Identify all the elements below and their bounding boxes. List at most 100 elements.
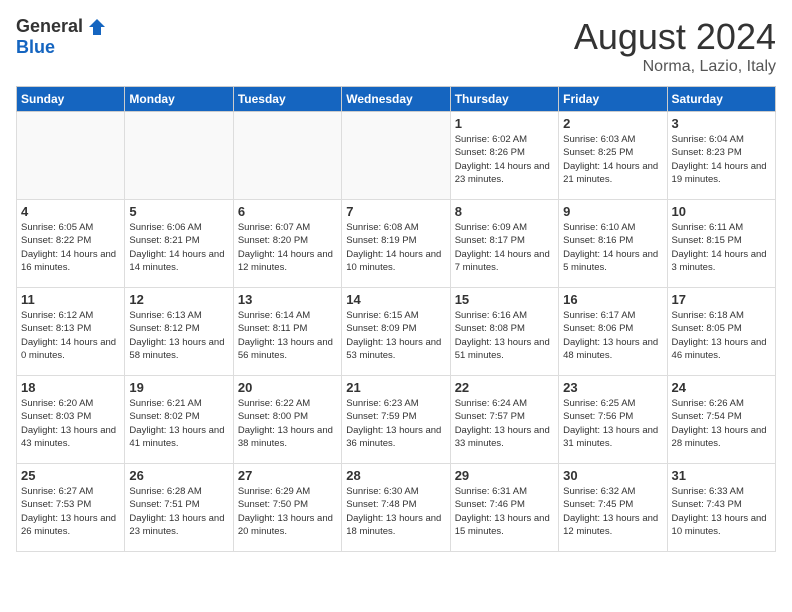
day-info: Sunrise: 6:14 AM Sunset: 8:11 PM Dayligh… [238, 309, 337, 362]
day-number: 6 [238, 204, 337, 219]
day-number: 22 [455, 380, 554, 395]
calendar-cell: 29Sunrise: 6:31 AM Sunset: 7:46 PM Dayli… [450, 464, 558, 552]
day-info: Sunrise: 6:04 AM Sunset: 8:23 PM Dayligh… [672, 133, 771, 186]
calendar-cell: 23 Sunrise: 6:25 AM Sunset: 7:56 PM Dayli… [559, 376, 667, 464]
weekday-saturday: Saturday [667, 87, 775, 112]
calendar-cell: 3 Sunrise: 6:04 AM Sunset: 8:23 PM Daylig… [667, 112, 775, 200]
day-number: 3 [672, 116, 771, 131]
calendar-cell: 11 Sunrise: 6:12 AM Sunset: 8:13 PM Dayli… [17, 288, 125, 376]
calendar-cell: 25Sunrise: 6:27 AM Sunset: 7:53 PM Dayli… [17, 464, 125, 552]
calendar-cell [17, 112, 125, 200]
calendar-cell: 30Sunrise: 6:32 AM Sunset: 7:45 PM Dayli… [559, 464, 667, 552]
logo-general-text: General [16, 16, 83, 37]
calendar-cell: 17 Sunrise: 6:18 AM Sunset: 8:05 PM Dayli… [667, 288, 775, 376]
page-header: General Blue August 2024 Norma, Lazio, I… [16, 16, 776, 76]
calendar-cell: 4 Sunrise: 6:05 AM Sunset: 8:22 PM Daylig… [17, 200, 125, 288]
calendar-cell: 26 Sunrise: 6:28 AM Sunset: 7:51 PM Dayli… [125, 464, 233, 552]
weekday-friday: Friday [559, 87, 667, 112]
day-info: Sunrise: 6:30 AM Sunset: 7:48 PM Dayligh… [346, 485, 445, 538]
day-info: Sunrise: 6:17 AM Sunset: 8:06 PM Dayligh… [563, 309, 662, 362]
calendar-cell: 24 Sunrise: 6:26 AM Sunset: 7:54 PM Dayli… [667, 376, 775, 464]
calendar-week-1: 1Sunrise: 6:02 AM Sunset: 8:26 PM Daylig… [17, 112, 776, 200]
day-number: 12 [129, 292, 228, 307]
day-info: Sunrise: 6:07 AM Sunset: 8:20 PM Dayligh… [238, 221, 337, 274]
calendar-cell: 7Sunrise: 6:08 AM Sunset: 8:19 PM Daylig… [342, 200, 450, 288]
day-number: 11 [21, 292, 120, 307]
weekday-wednesday: Wednesday [342, 87, 450, 112]
logo: General Blue [16, 16, 107, 58]
day-number: 4 [21, 204, 120, 219]
calendar-cell: 22Sunrise: 6:24 AM Sunset: 7:57 PM Dayli… [450, 376, 558, 464]
day-number: 16 [563, 292, 662, 307]
weekday-thursday: Thursday [450, 87, 558, 112]
calendar-cell: 10Sunrise: 6:11 AM Sunset: 8:15 PM Dayli… [667, 200, 775, 288]
calendar-cell [125, 112, 233, 200]
day-number: 2 [563, 116, 662, 131]
day-number: 13 [238, 292, 337, 307]
calendar-cell: 12 Sunrise: 6:13 AM Sunset: 8:12 PM Dayli… [125, 288, 233, 376]
day-number: 24 [672, 380, 771, 395]
day-info: Sunrise: 6:11 AM Sunset: 8:15 PM Dayligh… [672, 221, 771, 274]
day-number: 8 [455, 204, 554, 219]
day-number: 27 [238, 468, 337, 483]
logo-icon [87, 17, 107, 37]
day-info: Sunrise: 6:28 AM Sunset: 7:51 PM Dayligh… [129, 485, 228, 538]
calendar-cell: 31Sunrise: 6:33 AM Sunset: 7:43 PM Dayli… [667, 464, 775, 552]
calendar-subtitle: Norma, Lazio, Italy [574, 58, 776, 76]
day-info: Sunrise: 6:10 AM Sunset: 8:16 PM Dayligh… [563, 221, 662, 274]
calendar-cell: 20 Sunrise: 6:22 AM Sunset: 8:00 PM Dayli… [233, 376, 341, 464]
calendar-cell: 15 Sunrise: 6:16 AM Sunset: 8:08 PM Dayli… [450, 288, 558, 376]
day-info: Sunrise: 6:26 AM Sunset: 7:54 PM Dayligh… [672, 397, 771, 450]
day-number: 20 [238, 380, 337, 395]
day-number: 9 [563, 204, 662, 219]
day-info: Sunrise: 6:03 AM Sunset: 8:25 PM Dayligh… [563, 133, 662, 186]
day-number: 30 [563, 468, 662, 483]
logo-blue-text: Blue [16, 37, 55, 58]
calendar-week-4: 18Sunrise: 6:20 AM Sunset: 8:03 PM Dayli… [17, 376, 776, 464]
day-info: Sunrise: 6:12 AM Sunset: 8:13 PM Dayligh… [21, 309, 120, 362]
calendar-cell: 18Sunrise: 6:20 AM Sunset: 8:03 PM Dayli… [17, 376, 125, 464]
day-number: 17 [672, 292, 771, 307]
day-info: Sunrise: 6:13 AM Sunset: 8:12 PM Dayligh… [129, 309, 228, 362]
calendar-cell [233, 112, 341, 200]
calendar-week-3: 11 Sunrise: 6:12 AM Sunset: 8:13 PM Dayli… [17, 288, 776, 376]
day-info: Sunrise: 6:18 AM Sunset: 8:05 PM Dayligh… [672, 309, 771, 362]
calendar-cell: 19 Sunrise: 6:21 AM Sunset: 8:02 PM Dayli… [125, 376, 233, 464]
calendar-cell [342, 112, 450, 200]
day-info: Sunrise: 6:16 AM Sunset: 8:08 PM Dayligh… [455, 309, 554, 362]
day-info: Sunrise: 6:25 AM Sunset: 7:56 PM Dayligh… [563, 397, 662, 450]
day-info: Sunrise: 6:27 AM Sunset: 7:53 PM Dayligh… [21, 485, 120, 538]
calendar-week-2: 4 Sunrise: 6:05 AM Sunset: 8:22 PM Daylig… [17, 200, 776, 288]
calendar-cell: 13 Sunrise: 6:14 AM Sunset: 8:11 PM Dayli… [233, 288, 341, 376]
weekday-monday: Monday [125, 87, 233, 112]
day-number: 29 [455, 468, 554, 483]
day-number: 19 [129, 380, 228, 395]
day-number: 7 [346, 204, 445, 219]
weekday-sunday: Sunday [17, 87, 125, 112]
day-info: Sunrise: 6:15 AM Sunset: 8:09 PM Dayligh… [346, 309, 445, 362]
day-info: Sunrise: 6:05 AM Sunset: 8:22 PM Dayligh… [21, 221, 120, 274]
weekday-tuesday: Tuesday [233, 87, 341, 112]
day-number: 28 [346, 468, 445, 483]
day-info: Sunrise: 6:22 AM Sunset: 8:00 PM Dayligh… [238, 397, 337, 450]
calendar-cell: 14Sunrise: 6:15 AM Sunset: 8:09 PM Dayli… [342, 288, 450, 376]
weekday-header-row: SundayMondayTuesdayWednesdayThursdayFrid… [17, 87, 776, 112]
day-info: Sunrise: 6:21 AM Sunset: 8:02 PM Dayligh… [129, 397, 228, 450]
calendar-cell: 27 Sunrise: 6:29 AM Sunset: 7:50 PM Dayli… [233, 464, 341, 552]
calendar-cell: 1Sunrise: 6:02 AM Sunset: 8:26 PM Daylig… [450, 112, 558, 200]
day-number: 21 [346, 380, 445, 395]
day-info: Sunrise: 6:29 AM Sunset: 7:50 PM Dayligh… [238, 485, 337, 538]
day-number: 26 [129, 468, 228, 483]
day-number: 15 [455, 292, 554, 307]
day-number: 5 [129, 204, 228, 219]
day-info: Sunrise: 6:23 AM Sunset: 7:59 PM Dayligh… [346, 397, 445, 450]
day-number: 1 [455, 116, 554, 131]
calendar-table: SundayMondayTuesdayWednesdayThursdayFrid… [16, 86, 776, 552]
day-info: Sunrise: 6:09 AM Sunset: 8:17 PM Dayligh… [455, 221, 554, 274]
calendar-title: August 2024 [574, 16, 776, 58]
calendar-week-5: 25Sunrise: 6:27 AM Sunset: 7:53 PM Dayli… [17, 464, 776, 552]
title-block: August 2024 Norma, Lazio, Italy [574, 16, 776, 76]
day-number: 31 [672, 468, 771, 483]
day-number: 23 [563, 380, 662, 395]
calendar-cell: 5Sunrise: 6:06 AM Sunset: 8:21 PM Daylig… [125, 200, 233, 288]
